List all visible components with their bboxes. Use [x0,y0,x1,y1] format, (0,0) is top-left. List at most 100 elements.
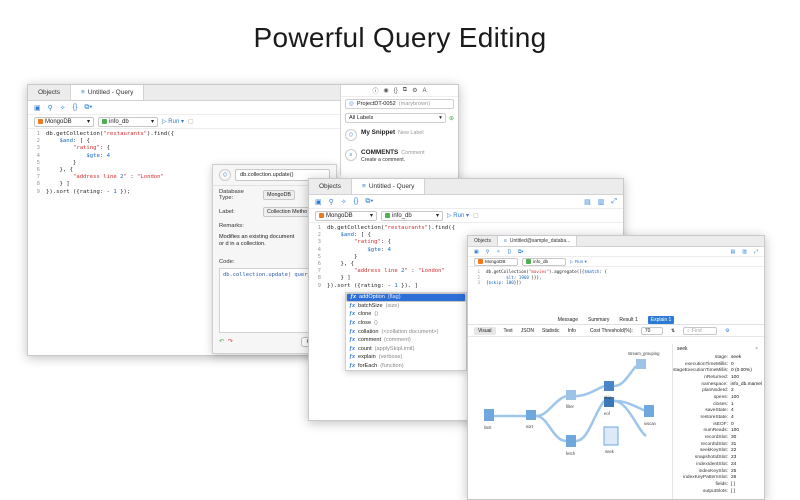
tab-visual[interactable]: Visual [474,326,496,335]
undo-icon[interactable]: ↶ [219,339,224,345]
snippet-icon[interactable]: ⧉▾ [518,249,524,255]
tab-query[interactable]: ≡ Untitled - Query [351,179,426,194]
find-input[interactable]: ⌕ Find [683,326,718,335]
sort-node-icon[interactable] [526,410,536,420]
tab-summary[interactable]: Summary [588,317,609,323]
panel-icons: ⓘ ◉ {} ⧉ ⚙ A [341,85,458,97]
fullscreen-icon[interactable]: ⤢ [611,198,617,206]
save-icon[interactable]: ▣ [315,198,322,206]
database-select[interactable]: info_db ▾ [98,116,158,127]
settings-icon[interactable]: ⚙ [725,328,729,334]
tab-message[interactable]: Message [558,317,578,323]
sort-icon[interactable]: ⇅ [671,328,675,334]
wand-icon[interactable]: ✧ [60,104,66,112]
remarks-text[interactable]: Modifies an existing document or d in a … [213,232,301,256]
cost-threshold-input[interactable]: 70 [640,326,663,335]
detail-key: executionTimeMillis: [684,361,728,367]
stop-icon[interactable]: ▢ [188,118,194,125]
connection-select[interactable]: MongoDB [474,257,518,266]
run-button[interactable]: ▷ Run ▾ [162,118,184,125]
braces-icon[interactable]: {} [508,249,511,255]
settings-icon[interactable]: ⚙ [412,87,417,94]
autocomplete-item[interactable]: ƒx comment (comment) [346,336,466,345]
autocomplete-item[interactable]: ƒx close() [346,319,466,328]
autocomplete-name: batchSize [358,302,383,309]
code-text: $gte: 4 [86,152,111,159]
db-type-value[interactable]: MongoDB [263,190,295,200]
remove-icon[interactable]: ↷ [228,339,233,345]
filter-icon[interactable]: ⚲ [329,198,334,206]
fetch-node-icon[interactable] [566,435,576,447]
code-text: }).sort ({rating: - 1 }). ] [327,282,418,289]
save-icon[interactable]: ▣ [474,249,479,255]
snippet-icon[interactable]: ⧉ [403,87,407,94]
columns-icon[interactable]: ▥ [598,198,605,206]
label-value[interactable]: Collection Metho [263,207,312,217]
remarks-label: Remarks: [219,223,244,229]
connection-select[interactable]: MongoDB ▾ [315,210,377,221]
run-button[interactable]: ▷ Run ▾ [447,212,469,219]
limit-node-icon[interactable] [484,409,494,421]
info-icon[interactable]: ⓘ [373,86,379,95]
tab-query[interactable]: ≡ Untitled - Query [70,85,145,100]
db-icon[interactable]: ◉ [384,87,389,94]
snippet-item[interactable]: ≡ COMMENTS Comment Create a comment. [341,145,458,167]
text-icon[interactable]: A [422,88,426,94]
tab-objects[interactable]: Objects [28,85,70,100]
autocomplete-item[interactable]: ƒx clone() [346,310,466,319]
filter-icon[interactable]: ⚲ [486,249,490,255]
tab-bar: Objects ≡ Untitled - Query [309,179,623,195]
autocomplete-item[interactable]: ƒx batchSize (size) [346,302,466,311]
wand-icon[interactable]: ✧ [496,249,500,255]
tab-statistic[interactable]: Statistic [542,328,560,334]
autocomplete-item[interactable]: ƒx count (applySkipLimit) [346,345,466,354]
autocomplete-item[interactable]: ƒx addOption (flag) [346,293,466,302]
code-icon[interactable]: {} [394,88,398,94]
skip-node-icon[interactable] [604,381,614,391]
autocomplete-item[interactable]: ƒx collation (<collation document>) [346,327,466,336]
labels-select[interactable]: All Labels ▾ [345,113,446,123]
tab-objects[interactable]: Objects [309,179,351,194]
code-editor[interactable]: 1 db.getCollection("movies").aggregate([{… [468,267,764,315]
braces-icon[interactable]: {} [354,198,359,205]
snippet-icon[interactable]: ⧉▾ [84,104,92,112]
filter-icon[interactable]: ⚲ [48,104,53,112]
fullscreen-icon[interactable]: ⤢ [754,249,758,255]
save-icon[interactable]: ▣ [34,104,41,112]
autocomplete-name: addOption [359,294,385,301]
stop-icon[interactable]: ▢ [473,212,479,219]
braces-icon[interactable]: {} [73,104,78,111]
database-select[interactable]: info_db [522,257,566,266]
database-select[interactable]: info_db ▾ [381,210,443,221]
tab-explain[interactable]: Explain 1 [647,315,675,324]
snippet-icon[interactable]: ⧉▾ [365,198,373,206]
tab-objects[interactable]: Objects [468,236,497,246]
tab-info[interactable]: Info [568,328,576,334]
split-view-icon[interactable]: ▤ [731,249,736,255]
autocomplete-name: forEach [358,363,378,370]
node-details-header: seek × [673,344,762,354]
add-label-icon[interactable]: ⊕ [449,115,454,122]
columns-icon[interactable]: ▥ [742,249,747,255]
snippet-item[interactable]: ⟨⟩ My Snippet New Label [341,125,458,145]
project-name: ProjectDT-0052 [356,101,396,107]
close-icon[interactable]: × [755,346,758,352]
project-select[interactable]: ◎ ProjectDT-0052 (marybrown) [345,99,454,109]
line-number: 5 [317,253,321,260]
query-icon: ≡ [362,183,366,190]
tab-text[interactable]: Text [504,328,513,334]
filter-node-icon[interactable] [566,390,576,400]
autocomplete-item[interactable]: ƒx forEach (function) [346,362,466,371]
ixscan-node-icon[interactable] [644,405,654,417]
autocomplete-item[interactable]: ƒx explain (verbose) [346,353,466,362]
snippet-type-icon: ⟨⟩ [345,129,357,141]
seek-node-icon[interactable] [603,426,619,446]
split-view-icon[interactable]: ▤ [584,198,591,206]
run-button[interactable]: ▷ Run ▾ [570,259,587,265]
tab-json[interactable]: JSON [521,328,534,334]
tab-query[interactable]: ≡ Untitled@sample_databa... [496,236,578,246]
connection-select[interactable]: MongoDB ▾ [34,116,94,127]
stream-grouping-node-icon[interactable] [636,359,646,369]
tab-result[interactable]: Result 1 [619,317,637,323]
wand-icon[interactable]: ✧ [341,198,347,206]
